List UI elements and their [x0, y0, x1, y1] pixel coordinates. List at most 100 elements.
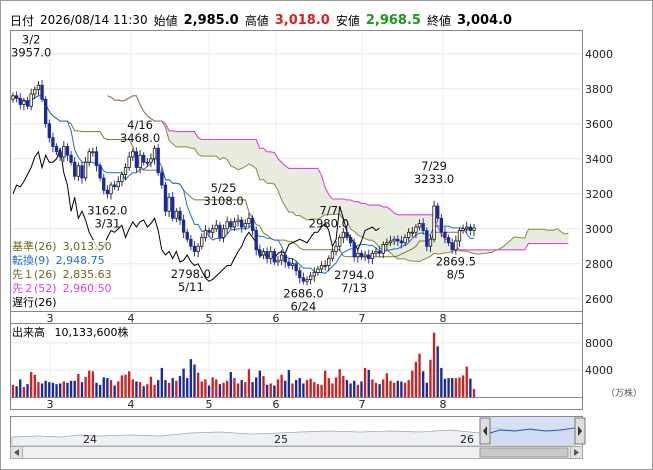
month-tick-label: 8: [440, 398, 447, 411]
volume-bar: [440, 367, 443, 397]
candle-body: [11, 95, 15, 100]
volume-bar: [229, 371, 232, 397]
candle-body: [109, 184, 113, 195]
volume-bar: [84, 376, 87, 397]
volume-bar: [62, 381, 65, 397]
candle-body: [276, 259, 280, 263]
volume-bar: [33, 374, 36, 397]
candle-body: [112, 184, 117, 188]
candle-body: [356, 252, 360, 258]
candle-body: [388, 240, 393, 244]
legend-row: 先２(52) 2,960.50: [12, 282, 112, 296]
candle-body: [73, 161, 77, 177]
candle-body: [160, 172, 164, 186]
volume-bar: [367, 369, 370, 397]
ohlc-header: 日付 2026/08/14 11:30 始値 2,985.0 高値 3,018.…: [10, 10, 582, 30]
low-label: 安値: [335, 13, 360, 28]
annotation-date: 8/5: [447, 268, 466, 282]
volume-bar: [287, 369, 291, 397]
candle-body: [396, 238, 400, 242]
candle-body: [279, 254, 284, 261]
candle-body: [58, 151, 62, 158]
candle-body: [323, 265, 327, 267]
candle-body: [472, 227, 476, 231]
candle-body: [421, 223, 425, 231]
volume-bar: [178, 376, 182, 397]
candle-body: [22, 100, 26, 105]
volume-bar: [342, 376, 345, 397]
candle-body: [305, 279, 309, 282]
navigator-label: 24: [83, 433, 97, 446]
volume-bar: [247, 369, 251, 397]
candle-body: [134, 151, 139, 168]
candle-body: [189, 238, 193, 247]
volume-bar: [320, 384, 323, 397]
annotation-value: 3108.0: [203, 194, 243, 208]
candle-body: [40, 84, 44, 100]
volume-bar: [414, 361, 418, 397]
candle-body: [406, 231, 411, 238]
volume-bar: [153, 384, 156, 397]
volume-bar: [127, 371, 131, 397]
volume-bar: [120, 375, 124, 397]
month-tick-label: 5: [206, 398, 213, 411]
volume-bar: [102, 377, 105, 397]
annotation-date: 7/13: [341, 281, 367, 295]
candle-body: [145, 161, 149, 164]
volume-bar: [167, 382, 171, 397]
volume-bar: [135, 381, 138, 397]
volume-bar: [338, 369, 341, 397]
candle-body: [367, 254, 371, 259]
candle-body: [410, 231, 414, 234]
legend-label: 先２(52): [12, 282, 57, 295]
volume-bar: [37, 382, 40, 397]
legend-label: 先１(26): [12, 268, 57, 281]
volume-bar: [11, 384, 15, 397]
candle-body: [203, 230, 208, 238]
volume-bar: [291, 383, 294, 397]
volume-bar: [461, 375, 465, 397]
annotation-date: 5/25: [211, 181, 237, 195]
candle-body: [287, 261, 291, 266]
candle-body: [171, 196, 175, 219]
candle-body: [152, 147, 157, 160]
volume-bar: [204, 379, 207, 397]
scrollbar-thumb[interactable]: [479, 447, 569, 458]
volume-bar: [44, 380, 47, 397]
candle-body: [269, 251, 273, 259]
volume-bar: [186, 378, 189, 397]
price-tick-label: 2800: [585, 258, 613, 271]
volume-bar: [349, 383, 352, 397]
price-tick-label: 3400: [585, 153, 613, 166]
candle-body: [385, 242, 389, 245]
navigator-selection[interactable]: [490, 417, 575, 446]
annotation-value: 3468.0: [120, 131, 160, 145]
candle-body: [308, 275, 313, 280]
volume-bar: [244, 382, 247, 397]
volume-bar: [207, 385, 211, 397]
volume-bar: [302, 383, 305, 397]
annotation-value: 2869.5: [436, 255, 476, 269]
candle-body: [120, 174, 124, 182]
volume-bar: [22, 386, 26, 397]
volume-bar: [19, 379, 22, 397]
price-tick-label: 3600: [585, 118, 613, 131]
volume-bar: [305, 380, 309, 397]
volume-bar: [298, 378, 301, 397]
volume-bar: [215, 379, 218, 397]
candle-body: [123, 167, 128, 175]
candle-body: [105, 189, 110, 195]
legend-row: 先１(26) 2,835.63: [12, 268, 112, 282]
candle-body: [334, 245, 338, 252]
candle-body: [327, 258, 331, 266]
candle-body: [214, 224, 218, 230]
volume-bar: [363, 367, 367, 397]
volume-bar: [360, 381, 363, 397]
candle-body: [29, 93, 33, 107]
volume-bar: [382, 379, 385, 397]
candle-body: [94, 151, 99, 167]
volume-bar: [353, 380, 356, 397]
candle-body: [200, 237, 204, 247]
candle-body: [33, 89, 37, 95]
volume-bar: [469, 378, 472, 397]
